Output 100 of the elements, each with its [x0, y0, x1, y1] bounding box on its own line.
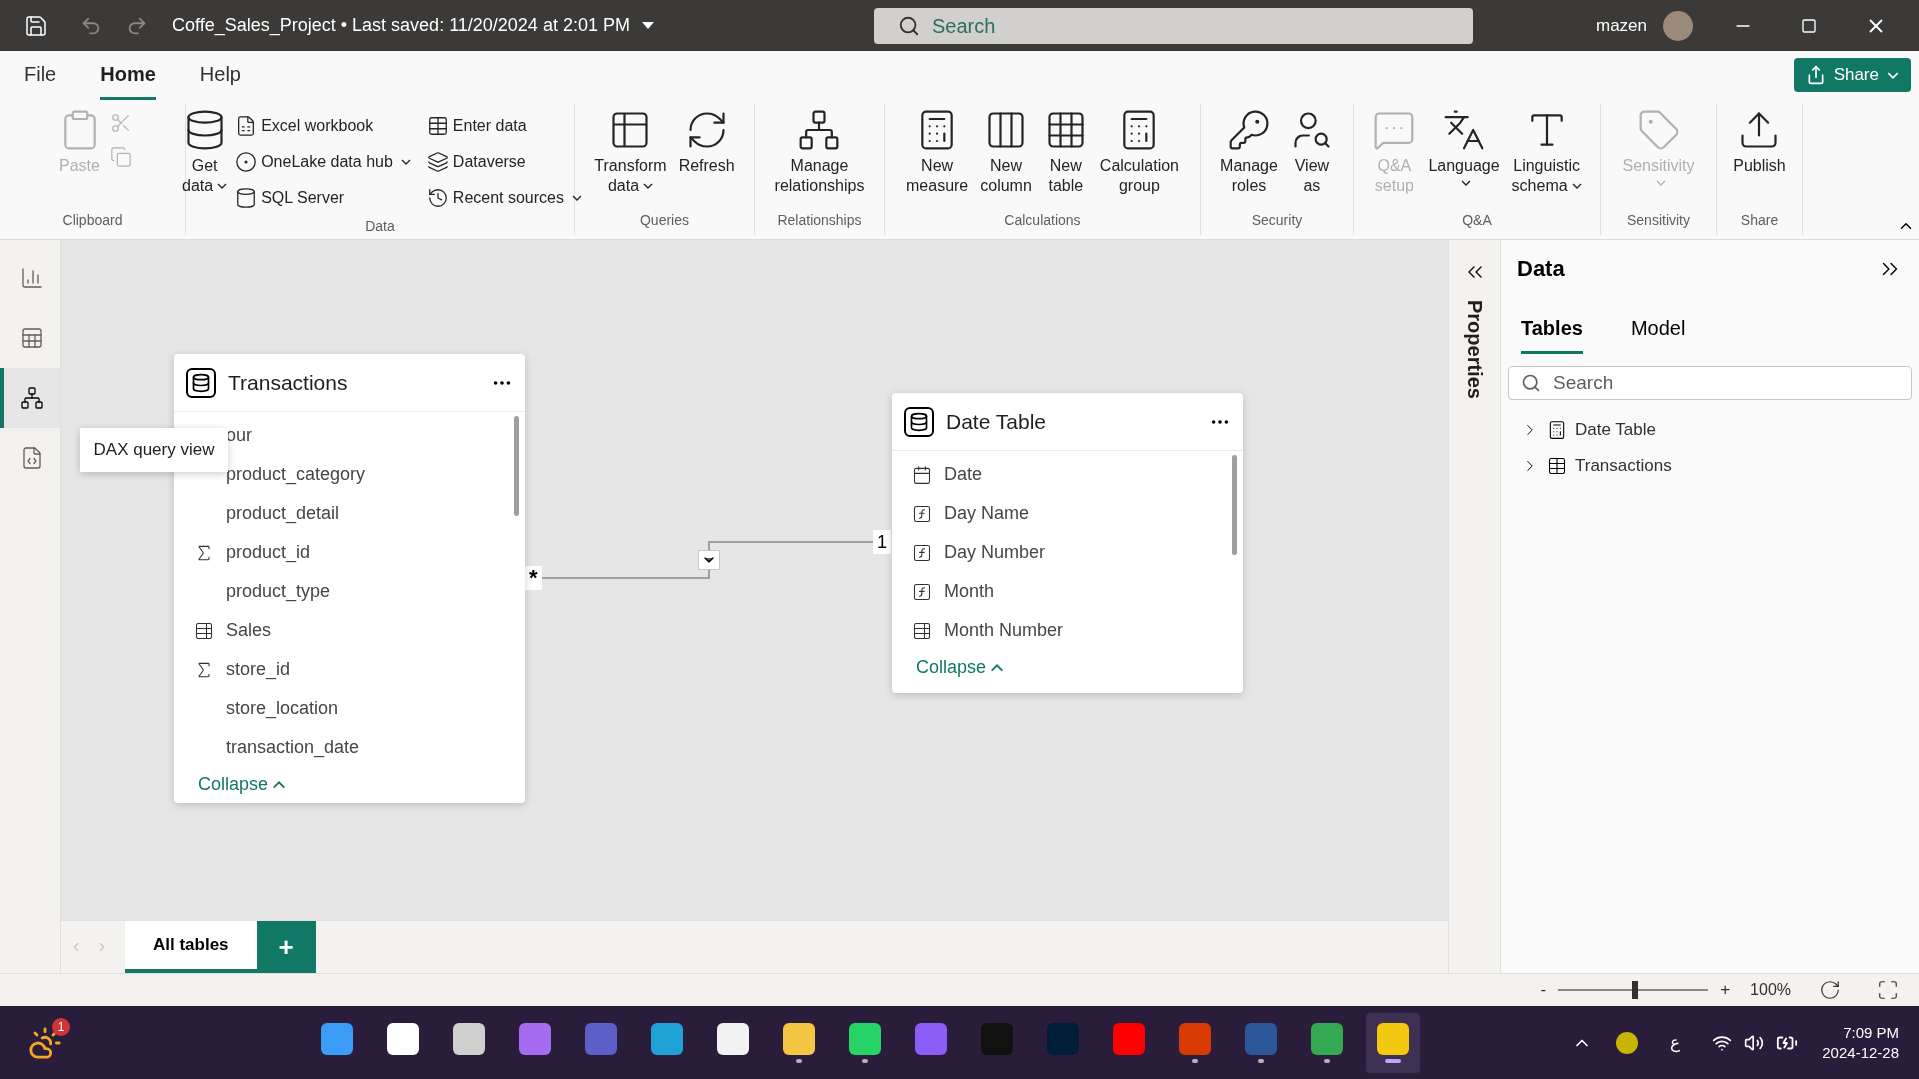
- scrollbar-thumb[interactable]: [514, 416, 519, 516]
- model-view-icon: [20, 386, 44, 410]
- ribbon-button[interactable]: OneLake data hub: [235, 144, 411, 180]
- pane-tab[interactable]: Model: [1630, 313, 1686, 354]
- table-card[interactable]: Date Table Date Day Name Day Number Month Month Number Collapse: [892, 393, 1243, 693]
- ribbon-button[interactable]: Get data: [178, 104, 232, 196]
- search-icon: [1521, 373, 1541, 393]
- volume-icon[interactable]: [1744, 1032, 1765, 1053]
- reset-zoom-icon[interactable]: [1819, 979, 1841, 1001]
- collapse-link[interactable]: Collapse: [198, 771, 287, 798]
- group-label: Calculations: [1003, 211, 1082, 230]
- app-icon: [453, 1022, 485, 1055]
- save-icon[interactable]: [24, 13, 48, 38]
- ribbon-button[interactable]: Refresh: [674, 104, 739, 176]
- field-name[interactable]: product_id: [226, 539, 311, 566]
- app-icon: [585, 1022, 617, 1055]
- clock-date[interactable]: 2024-12-28: [1822, 1042, 1899, 1063]
- field-name[interactable]: Day Name: [944, 500, 1030, 527]
- ribbon-button[interactable]: Dataverse: [426, 144, 582, 180]
- group-label: Share: [1739, 211, 1780, 230]
- search-field[interactable]: Search: [1508, 366, 1912, 400]
- avatar[interactable]: [1663, 10, 1693, 41]
- field-name[interactable]: store_location: [226, 695, 339, 722]
- scrollbar-thumb[interactable]: [1232, 455, 1237, 555]
- menu-tab[interactable]: Help: [199, 59, 241, 100]
- pane-title: Data: [1517, 255, 1566, 283]
- group-label: Relationships: [776, 211, 863, 230]
- field-name[interactable]: Date: [944, 461, 983, 488]
- ribbon-button[interactable]: Linguistic schema: [1507, 104, 1586, 196]
- maximize-icon[interactable]: [1801, 17, 1817, 34]
- app-icon: [717, 1022, 749, 1055]
- page-tab[interactable]: All tables: [125, 921, 257, 973]
- ribbon-button[interactable]: Transform data: [590, 104, 671, 196]
- field-name[interactable]: transaction_date: [226, 734, 360, 761]
- ribbon-icon: [109, 112, 132, 134]
- field-name[interactable]: Month Number: [944, 617, 1064, 644]
- app-icon: [387, 1022, 419, 1055]
- properties-pane-label[interactable]: Properties: [1459, 300, 1490, 399]
- ribbon-button[interactable]: New measure: [902, 104, 973, 196]
- ribbon-icon: [235, 151, 258, 173]
- search-icon: [897, 14, 920, 37]
- ribbon-icon: [235, 187, 258, 209]
- title-dropdown-icon[interactable]: [641, 22, 654, 29]
- field-name[interactable]: Sales: [226, 617, 272, 644]
- ribbon-button[interactable]: Manage relationships: [770, 104, 869, 196]
- ribbon-button[interactable]: SQL Server: [235, 180, 411, 216]
- ribbon-button[interactable]: Publish: [1729, 104, 1790, 176]
- cardinality-label: *: [525, 566, 542, 590]
- field-name[interactable]: Month: [944, 578, 995, 605]
- app-icon: [783, 1022, 815, 1055]
- zoom-out-button[interactable]: -: [1540, 977, 1547, 1003]
- view-button[interactable]: [0, 368, 60, 428]
- table-icon: [904, 406, 934, 437]
- search-field[interactable]: Search: [873, 7, 1473, 44]
- group-label: Q&A: [1461, 211, 1493, 230]
- share-button[interactable]: Share: [1793, 58, 1911, 92]
- ribbon-icon: [109, 146, 132, 168]
- menu-tab[interactable]: File: [24, 59, 57, 100]
- caret-icon: [1887, 71, 1899, 79]
- tray-app-icon[interactable]: [1616, 1031, 1639, 1054]
- field-name[interactable]: Day Number: [944, 539, 1046, 566]
- ribbon-button[interactable]: Recent sources: [426, 180, 582, 216]
- collapse-link[interactable]: Collapse: [916, 654, 1005, 681]
- group-label: Clipboard: [61, 211, 124, 230]
- pane-tab[interactable]: Tables: [1521, 313, 1583, 354]
- ribbon-icon: [1442, 108, 1486, 152]
- group-label: Queries: [639, 211, 690, 230]
- app-icon: [1377, 1022, 1409, 1055]
- field-name[interactable]: store_id: [226, 656, 291, 683]
- taskbar-button[interactable]: [1366, 1012, 1420, 1073]
- fit-page-icon[interactable]: [1877, 979, 1899, 1001]
- app-icon: [1179, 1022, 1211, 1055]
- ribbon-button[interactable]: Calculation group: [1095, 104, 1183, 196]
- chevron-icon: [272, 780, 287, 789]
- app-icon: [1311, 1022, 1343, 1055]
- language-indicator[interactable]: ع: [1670, 1029, 1681, 1056]
- field-name[interactable]: product_category: [226, 461, 366, 488]
- ribbon-button[interactable]: Language: [1424, 104, 1504, 190]
- field-name[interactable]: product_detail: [226, 500, 340, 527]
- app-icon: [915, 1022, 947, 1055]
- ribbon-button[interactable]: New column: [976, 104, 1036, 196]
- field-icon: [912, 581, 932, 602]
- tree-item[interactable]: Date Table: [1575, 417, 1656, 443]
- ribbon-button[interactable]: View as: [1285, 104, 1338, 196]
- app-icon: [849, 1022, 881, 1055]
- ribbon-button[interactable]: Manage roles: [1216, 104, 1282, 196]
- report-view-icon: [20, 266, 44, 290]
- clock-time[interactable]: 7:09 PM: [1843, 1022, 1899, 1043]
- add-page-button[interactable]: +: [256, 921, 316, 973]
- ribbon-button[interactable]: New table: [1039, 104, 1092, 196]
- zoom-in-button[interactable]: +: [1720, 977, 1731, 1003]
- table-title: Date Table: [946, 408, 1048, 435]
- ribbon-button[interactable]: Enter data: [426, 108, 582, 144]
- ribbon-icon: [426, 151, 449, 173]
- zoom-slider-thumb[interactable]: [1631, 981, 1638, 999]
- group-label: Security: [1250, 211, 1304, 230]
- tree-item[interactable]: Transactions: [1575, 453, 1672, 479]
- ribbon-button[interactable]: Excel workbook: [235, 108, 411, 144]
- table-icon: [1547, 456, 1567, 476]
- field-name[interactable]: product_type: [226, 578, 331, 605]
